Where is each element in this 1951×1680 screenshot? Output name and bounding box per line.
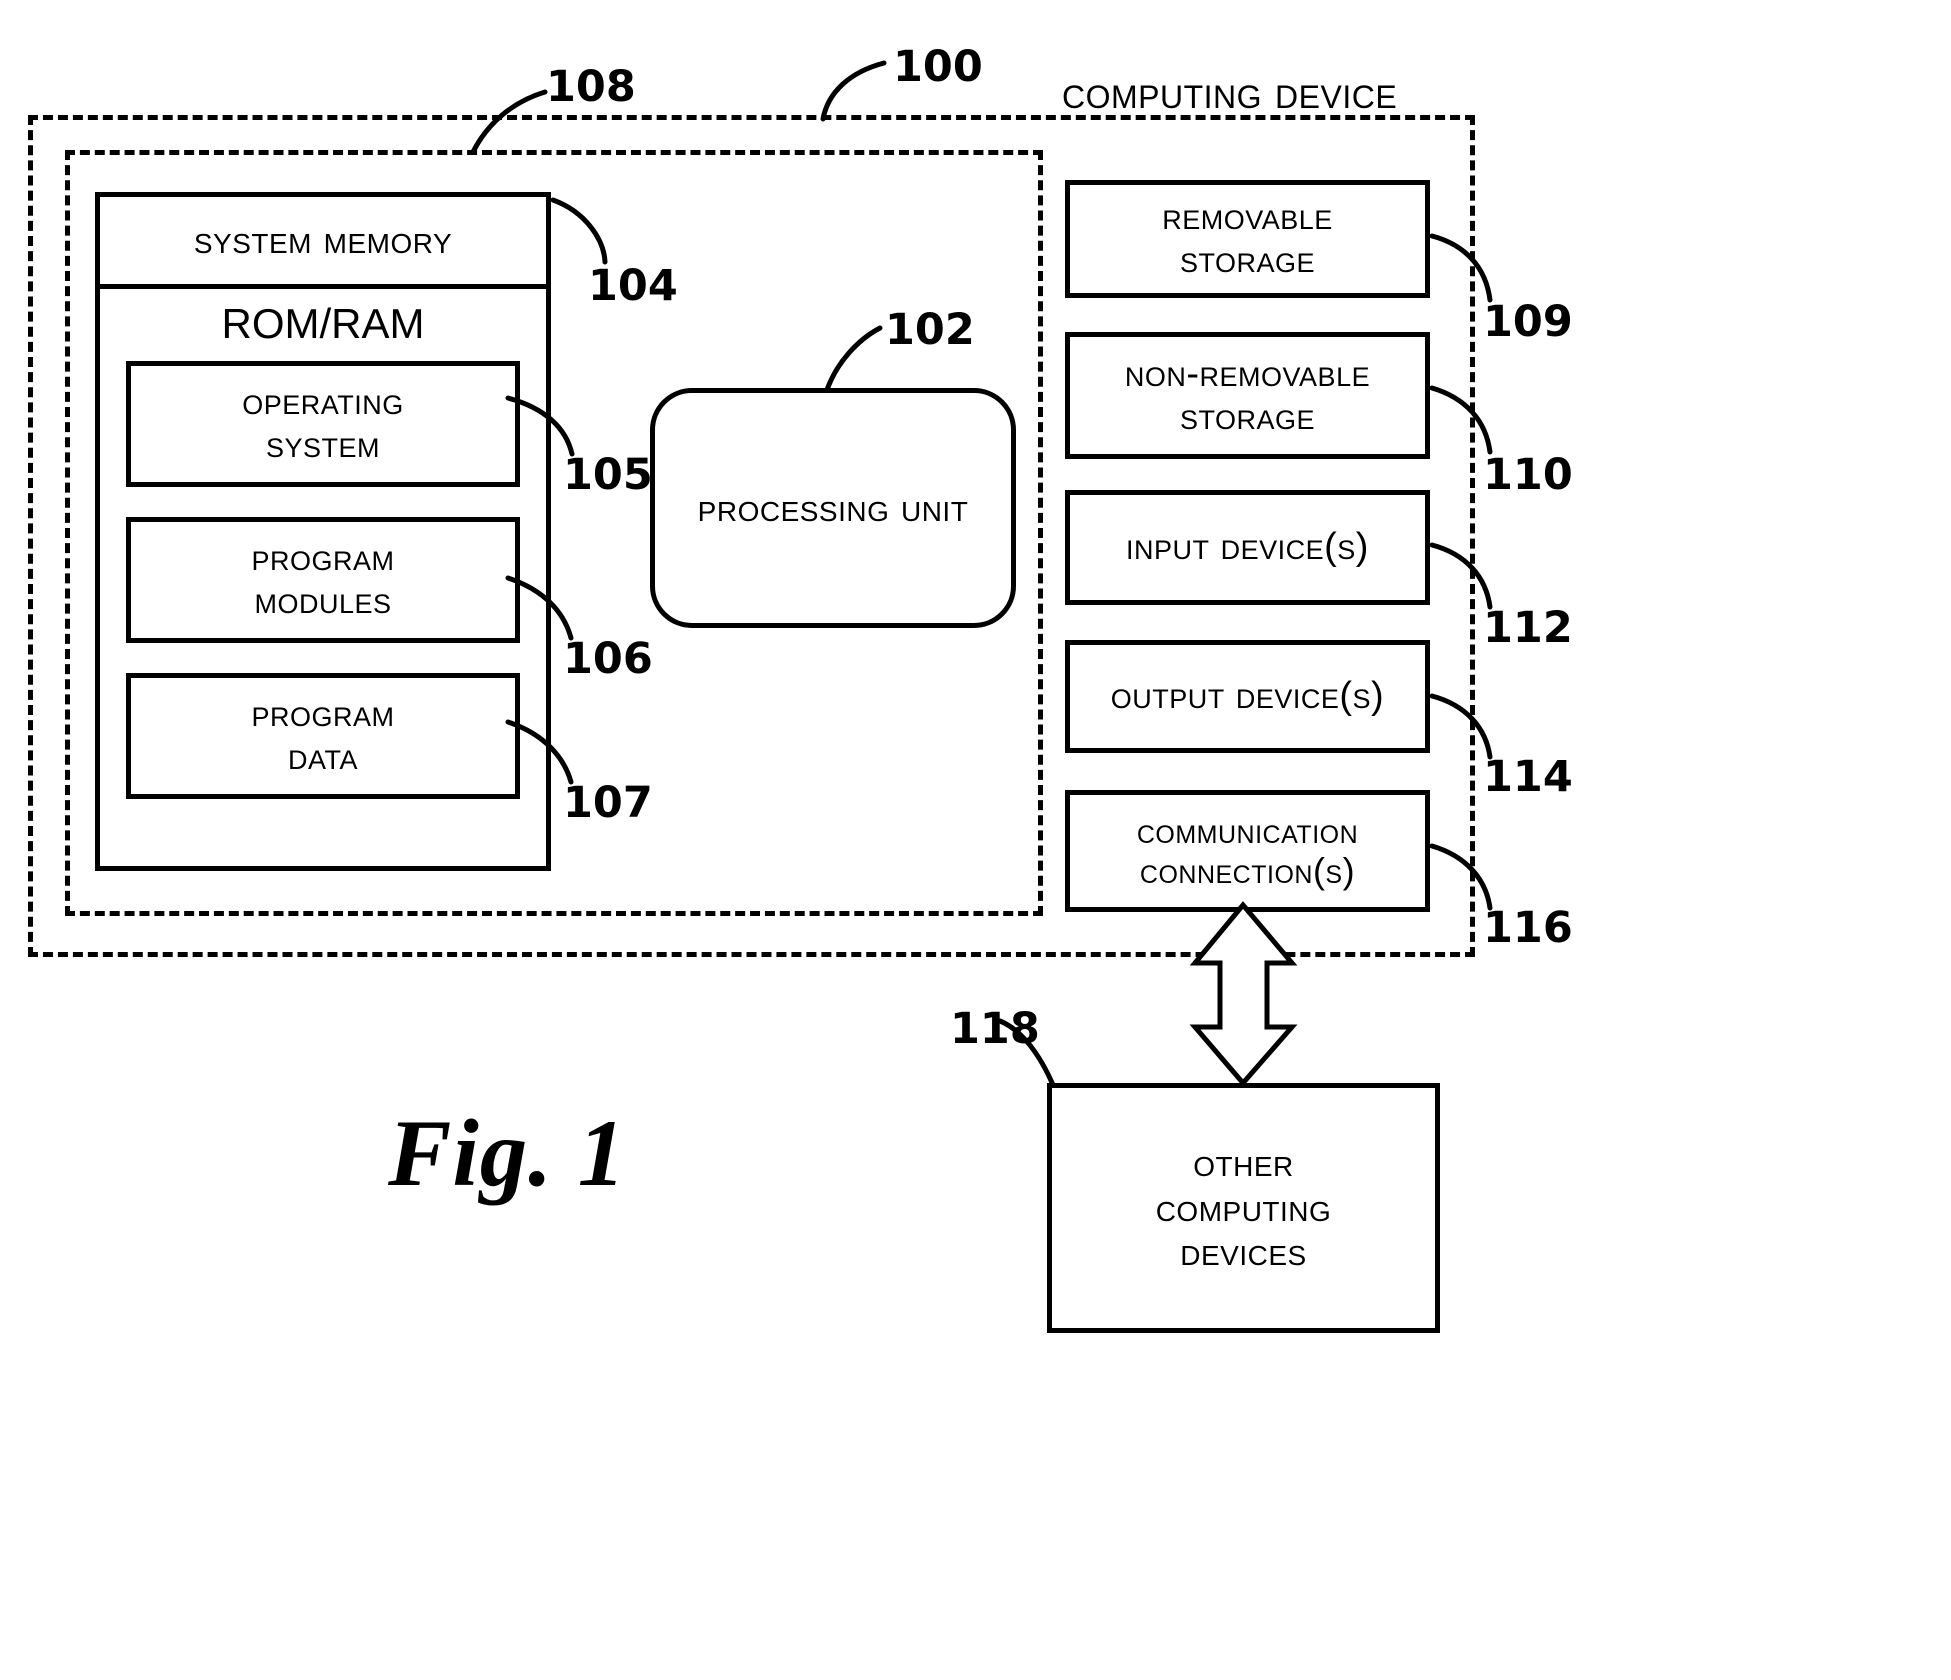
figure-canvas: Computing Device System Memory ROM/RAM O…	[0, 0, 1951, 1680]
program-modules-box: Program Modules	[126, 517, 520, 643]
ref-106: 106	[563, 634, 653, 684]
leader-100	[820, 60, 887, 122]
ref-104: 104	[588, 261, 678, 311]
communication-connections-label: Communication Connection(s)	[1136, 809, 1359, 891]
ref-112: 112	[1483, 603, 1573, 653]
ref-118: 118	[950, 1004, 1040, 1054]
ref-102: 102	[885, 305, 975, 355]
program-data-box: Program Data	[126, 673, 520, 799]
output-devices-box: Output Device(s)	[1065, 640, 1430, 753]
processing-unit-label: Processing Unit	[697, 485, 969, 530]
processing-unit-box: Processing Unit	[650, 388, 1016, 628]
rom-ram-section: ROM/RAM Operating System Program Modules…	[100, 289, 546, 866]
ref-116: 116	[1483, 903, 1573, 953]
ref-108: 108	[546, 62, 636, 112]
ref-107: 107	[563, 778, 653, 828]
computing-device-label: Computing Device	[1062, 67, 1398, 118]
ref-110: 110	[1483, 450, 1573, 500]
output-devices-label: Output Device(s)	[1110, 675, 1385, 718]
ref-105: 105	[563, 450, 653, 500]
ref-100: 100	[893, 42, 983, 92]
communication-connections-box: Communication Connection(s)	[1065, 790, 1430, 912]
input-devices-label: Input Device(s)	[1126, 526, 1369, 569]
non-removable-storage-box: Non-Removable Storage	[1065, 332, 1430, 459]
input-devices-box: Input Device(s)	[1065, 490, 1430, 605]
rom-ram-label: ROM/RAM	[221, 300, 425, 347]
operating-system-box: Operating System	[126, 361, 520, 487]
figure-caption: Fig. 1	[388, 1100, 627, 1206]
other-computing-devices-label: Other Computing Devices	[1155, 1140, 1332, 1275]
non-removable-storage-label: Non-Removable Storage	[1124, 352, 1371, 438]
other-computing-devices-box: Other Computing Devices	[1047, 1083, 1440, 1333]
removable-storage-box: Removable Storage	[1065, 180, 1430, 298]
removable-storage-label: Removable Storage	[1162, 196, 1333, 281]
system-memory-title: System Memory	[100, 197, 546, 289]
program-data-label: Program Data	[251, 693, 395, 778]
ref-114: 114	[1483, 752, 1573, 802]
ref-109: 109	[1483, 297, 1573, 347]
operating-system-label: Operating System	[242, 381, 404, 466]
system-memory-box: System Memory ROM/RAM Operating System P…	[95, 192, 551, 871]
program-modules-label: Program Modules	[251, 537, 395, 622]
